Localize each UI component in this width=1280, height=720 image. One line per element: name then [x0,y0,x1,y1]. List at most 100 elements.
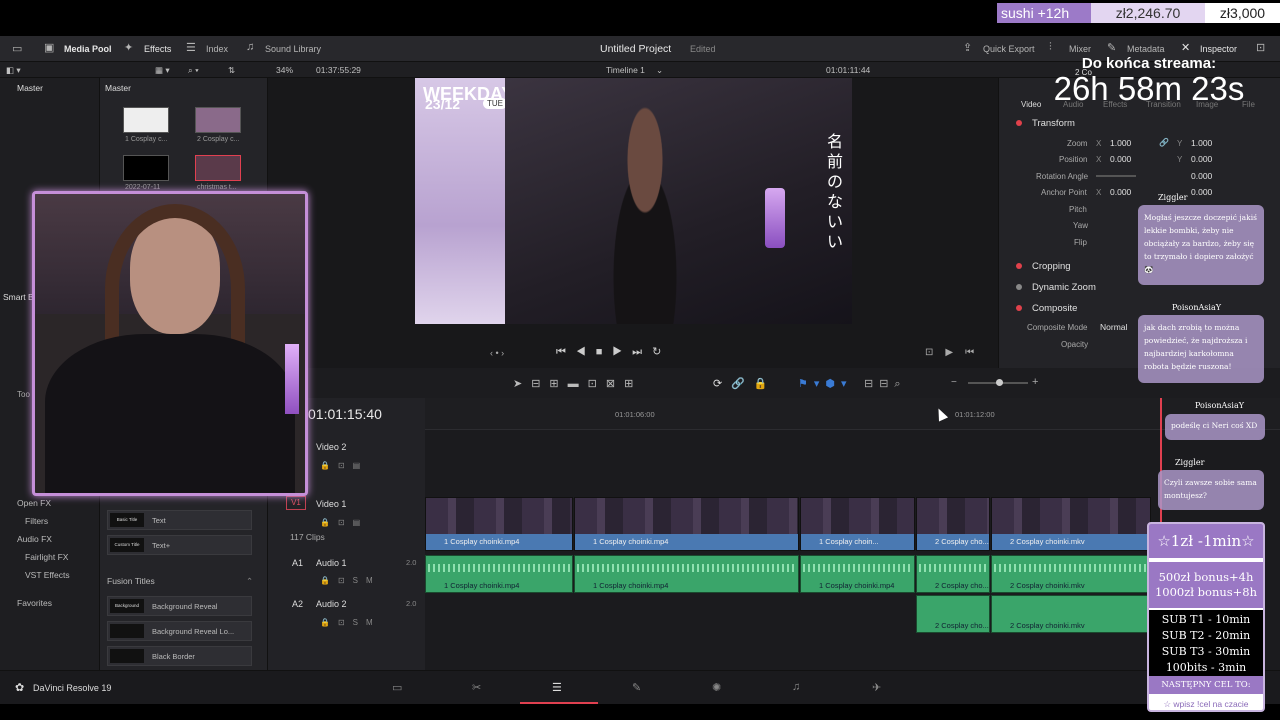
enable-dot[interactable] [1016,284,1022,290]
title-item-text[interactable]: Basic Title Text [107,510,252,530]
favorites-label[interactable]: Favorites [17,598,52,608]
fullscreen-icon[interactable]: ⊡ [1256,41,1265,54]
title-thumb [110,624,144,638]
media-page-icon[interactable]: ▭ [392,681,402,694]
sort-icon[interactable]: ⇅ [228,65,235,76]
sushi-sub-bonus: sushi +12h [997,3,1091,23]
video-clip[interactable]: 1 Cosplay choinki.mp4 [574,497,799,551]
edit-tools[interactable]: ➤⊟⊞▬⊡⊠⊞ [513,377,642,390]
zoom-slider-handle[interactable] [996,379,1003,386]
layout-icon[interactable]: ◧ ▾ [6,65,21,76]
chevron-down-icon[interactable]: ⌄ [656,65,663,76]
fusion-page-icon[interactable]: ✎ [632,681,641,694]
position-y-value[interactable]: 0.000 [1191,154,1212,164]
color-page-icon[interactable]: ✺ [712,681,721,694]
title-item-textplus[interactable]: Custom Title Text+ [107,535,252,555]
track-name: Video 2 [316,442,347,452]
audio-clip[interactable]: 1 Cosplay choinki.mp4 [425,555,573,593]
rotation-value[interactable]: 0.000 [1191,171,1212,181]
timeline-ruler[interactable]: 01:01:06:00 01:01:12:00 [425,398,1280,430]
link-icon[interactable]: 🔗 [1159,138,1169,147]
enable-dot[interactable] [1016,120,1022,126]
fusion-titles-header[interactable]: Fusion Titles [107,576,155,586]
metadata-button[interactable]: Metadata [1127,44,1165,54]
timeline-selector[interactable]: Timeline 1 [606,65,645,75]
enable-dot[interactable] [1016,305,1022,311]
composite-mode-select[interactable]: Normal [1100,322,1127,332]
track-buttons[interactable]: 🔒⊡SM [320,576,381,585]
monitor-icon[interactable]: ▭ [12,42,22,55]
search-icon[interactable]: ⌕ ▾ [188,65,199,76]
video-clip[interactable]: 2 Cosplay cho... [916,497,990,551]
enable-dot[interactable] [1016,263,1022,269]
video-preview[interactable]: WEEKDAY 23/12 TUE 名前のないい [415,78,852,324]
fusion-title-item[interactable]: Black Border [107,646,252,666]
cut-page-icon[interactable]: ✂ [472,681,481,694]
audio-clip[interactable]: 2 Cosplay cho... [916,555,990,593]
vst-effects-label[interactable]: VST Effects [25,570,70,580]
clip-label: 2 Cosplay choinki.mkv [1010,581,1085,590]
rotation-label: Rotation Angle [1036,172,1089,181]
media-clip-thumb[interactable] [195,155,241,181]
inspector-button[interactable]: Inspector [1200,44,1237,54]
audio-fx-label[interactable]: Audio FX [17,534,52,544]
mixer-button[interactable]: Mixer [1069,44,1091,54]
x-label: X [1096,155,1102,164]
video-clip[interactable]: 1 Cosplay choinki.mp4 [425,497,573,551]
audio-clip[interactable]: 2 Cosplay cho... [916,595,990,633]
zoom-tools[interactable]: ⊟⊟⌕ [864,377,907,391]
snap-link-lock-tools[interactable]: ⟳🔗🔒 [713,377,777,390]
sound-library-button[interactable]: Sound Library [265,44,321,54]
video-clip[interactable]: 2 Cosplay choinki.mkv [991,497,1151,551]
track-buttons[interactable]: 🔒⊡SM [320,618,381,627]
anchor-x-value[interactable]: 0.000 [1110,187,1131,197]
track-buttons[interactable]: 🔒⊡▤ [320,461,368,470]
position-x-value[interactable]: 0.000 [1110,154,1131,164]
audio-clip[interactable]: 2 Cosplay choinki.mkv [991,555,1151,593]
webcam-lamp [285,344,299,414]
open-fx-label[interactable]: Open FX [17,498,51,508]
media-clip-thumb[interactable] [123,107,169,133]
audio-clip[interactable]: 1 Cosplay choinki.mp4 [574,555,799,593]
pitch-label: Pitch [1069,205,1087,214]
fusion-title-item[interactable]: Background Reveal Background Reveal [107,596,252,616]
quick-export-button[interactable]: Quick Export [983,44,1035,54]
jog-control[interactable]: ‹ • › [490,348,504,358]
fusion-title-item[interactable]: Background Reveal Lo... [107,621,252,641]
filters-label[interactable]: Filters [25,516,48,526]
chevron-up-icon[interactable]: ⌃ [246,576,253,587]
zoom-y-value[interactable]: 1.000 [1191,138,1212,148]
master-bin-label[interactable]: Master [17,83,43,93]
audio-clip[interactable]: 1 Cosplay choinki.mp4 [800,555,915,593]
cropping-header[interactable]: Cropping [1032,261,1071,272]
track-buttons[interactable]: 🔒⊡▤ [320,518,368,527]
smart-bins-label[interactable]: Smart B [3,292,34,302]
media-pool-button[interactable]: Media Pool [64,44,112,54]
edit-page-icon[interactable]: ☰ [552,681,562,694]
track-id[interactable]: V1 [286,496,306,510]
composite-header[interactable]: Composite [1032,303,1077,314]
zoom-level[interactable]: 34% [276,65,293,75]
media-clip-thumb[interactable] [123,155,169,181]
dynamic-zoom-header[interactable]: Dynamic Zoom [1032,282,1096,293]
fairlight-fx-label[interactable]: Fairlight FX [25,552,68,562]
deliver-page-icon[interactable]: ✈ [872,681,881,694]
index-button[interactable]: Index [206,44,228,54]
anchor-y-value[interactable]: 0.000 [1191,187,1212,197]
zoom-x-value[interactable]: 1.000 [1110,138,1131,148]
media-clip-thumb[interactable] [195,107,241,133]
flag-marker-tools[interactable]: ⚑▾⬢▾ [798,377,853,390]
media-clip-label: christmas t... [197,184,237,191]
effects-button[interactable]: Effects [144,44,171,54]
viewer-extra-controls[interactable]: ⊡▶⏮ [925,347,986,358]
zoom-in-icon[interactable]: + [1032,376,1038,388]
grid-view-icon[interactable]: ▦ ▾ [155,65,170,76]
audio-clip[interactable]: 2 Cosplay choinki.mkv [991,595,1151,633]
transport-controls[interactable]: ⏮◀■▶⏭↻ [556,345,671,359]
transform-header[interactable]: Transform [1032,118,1075,129]
zoom-out-icon[interactable]: − [951,377,957,388]
video-clip[interactable]: 1 Cosplay choin... [800,497,915,551]
toolbox-label[interactable]: Too [17,390,30,399]
fairlight-page-icon[interactable]: ♫ [792,681,800,693]
rotation-slider[interactable] [1096,175,1136,177]
